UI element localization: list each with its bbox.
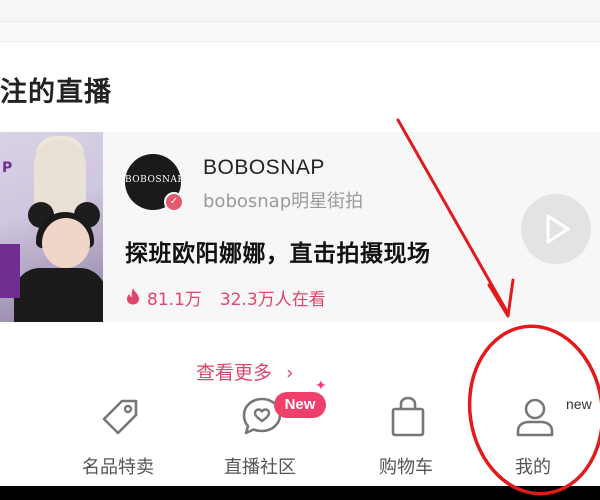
- avatar-logo-text: BOBOSNAP: [125, 175, 184, 185]
- new-indicator: new: [566, 396, 592, 412]
- shopping-bag-icon: [391, 396, 425, 437]
- section-title: 注的直播: [0, 77, 112, 108]
- new-badge: New: [274, 392, 326, 418]
- nav-label: 名品特卖: [82, 457, 154, 478]
- nav-label: 购物车: [379, 457, 433, 478]
- section-divider: [0, 22, 600, 42]
- thumbnail-tag: [0, 244, 20, 298]
- thumbnail-figure: [42, 218, 90, 268]
- nav-label: 直播社区: [224, 457, 296, 478]
- streamer-name[interactable]: BOBOSNAP: [203, 156, 325, 180]
- thumbnail-logo: P: [2, 160, 13, 176]
- user-icon: [516, 398, 554, 437]
- likes-count: 81.1万: [147, 290, 202, 310]
- viewer-count: 32.3万人在看: [219, 290, 326, 310]
- sparkle-icon: ✦: [315, 378, 327, 394]
- thumbnail-figure: [14, 268, 103, 322]
- see-more-label: 查看更多: [196, 362, 273, 384]
- verified-badge-icon: ✓: [164, 192, 184, 212]
- tag-icon: [102, 399, 138, 435]
- play-icon: [546, 214, 570, 244]
- system-bar: [0, 486, 600, 500]
- flame-icon: [125, 287, 141, 310]
- nav-label: 我的: [515, 457, 551, 478]
- live-stats: 81.1万 32.3万人在看: [125, 285, 326, 310]
- nav-item-cart[interactable]: 购物车: [346, 385, 466, 485]
- nav-item-brand-sale[interactable]: 名品特卖: [58, 385, 178, 485]
- live-title[interactable]: 探班欧阳娜娜，直击拍摄现场: [125, 234, 431, 268]
- streamer-handle: bobosnap明星街拍: [203, 191, 364, 212]
- live-card[interactable]: P BOBOSNAP ✓ BOBOSNAP bobosnap明星街拍 探班欧阳娜…: [0, 132, 600, 322]
- chevron-right-icon: ›: [286, 362, 294, 384]
- live-thumbnail[interactable]: P: [0, 132, 103, 322]
- see-more-link[interactable]: 查看更多 ›: [196, 358, 294, 385]
- top-strip: [0, 0, 600, 22]
- play-button[interactable]: [521, 194, 591, 264]
